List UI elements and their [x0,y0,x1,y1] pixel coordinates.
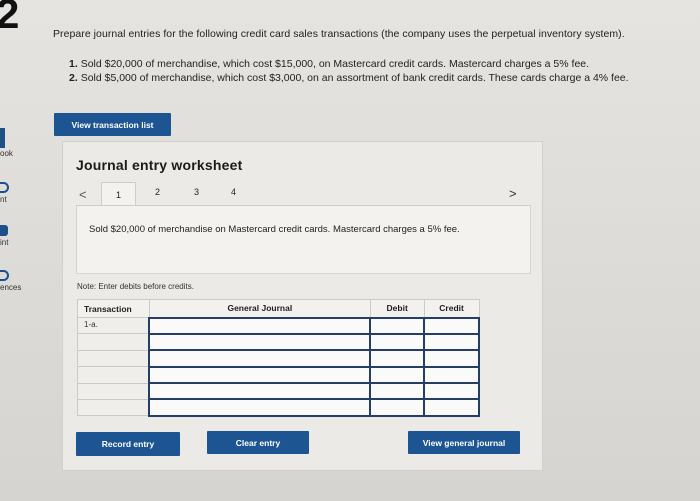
list-item: 1. Sold $20,000 of merchandise, which co… [69,57,629,71]
tab-3[interactable]: 3 [194,187,199,197]
page: 2 ook nt int ences Prepare journal entri… [0,0,700,501]
credit-input[interactable] [423,316,480,335]
column-header-credit: Credit [423,299,480,318]
transaction-description-box: Sold $20,000 of merchandise on Mastercar… [76,206,531,274]
hint-icon [0,225,8,236]
table-row: 1-a. [77,316,480,335]
sidebar-item-label: int [0,238,9,247]
credit-input[interactable] [423,349,480,368]
list-item-number: 1. [69,58,78,70]
view-transaction-list-button[interactable]: View transaction list [54,113,171,136]
note-text: Note: Enter debits before credits. [77,282,194,291]
list-item: 2. Sold $5,000 of merchandise, which cos… [69,71,629,85]
list-item-text: Sold $20,000 of merchandise, which cost … [80,58,590,70]
debit-input[interactable] [369,349,426,368]
journal-entry-worksheet: Journal entry worksheet < 1 2 3 4 > Sold… [62,141,543,471]
step-number: 2 [0,0,20,37]
column-header-debit: Debit [369,299,425,318]
list-item-number: 2. [69,72,78,84]
view-general-journal-button[interactable]: View general journal [408,431,520,454]
sidebar-active-indicator [0,128,5,148]
record-entry-button[interactable]: Record entry [76,432,180,456]
transaction-cell [77,382,150,400]
credit-input[interactable] [423,332,480,352]
debit-input[interactable] [369,316,426,335]
table-header-row: Transaction General Journal Debit Credit [77,299,480,318]
transaction-cell [77,366,150,384]
print-icon [0,182,9,193]
references-icon [0,270,9,281]
sidebar-item-print[interactable]: nt [0,182,30,204]
table-row [77,365,480,385]
debit-input[interactable] [369,382,426,401]
list-item-text: Sold $5,000 of merchandise, which cost $… [80,72,629,84]
debit-input[interactable] [369,365,426,385]
tab-1[interactable]: 1 [101,182,136,206]
transaction-cell [77,349,150,368]
account-input[interactable] [148,382,372,401]
transaction-cell [77,398,150,417]
account-input[interactable] [148,349,372,368]
sidebar-item-ebook[interactable]: ook [0,149,30,158]
debit-input[interactable] [369,332,426,352]
transaction-cell [77,333,150,351]
table-row [77,332,480,352]
sidebar-item-label: ences [0,283,22,292]
tab-4[interactable]: 4 [231,187,236,197]
account-input[interactable] [148,398,372,417]
debit-input[interactable] [369,398,426,417]
credit-input[interactable] [423,365,480,385]
sidebar-item-references[interactable]: ences [0,270,30,292]
column-header-transaction: Transaction [77,299,150,318]
column-header-general-journal: General Journal [148,299,371,318]
sidebar-item-hint[interactable]: int [0,225,30,247]
transaction-list: 1. Sold $20,000 of merchandise, which co… [69,57,629,85]
sidebar-item-label: ook [0,149,13,158]
tab-2[interactable]: 2 [155,187,160,197]
credit-input[interactable] [423,382,480,401]
chevron-left-icon[interactable]: < [79,187,87,202]
journal-table: Transaction General Journal Debit Credit… [77,299,480,417]
sidebar-item-label: nt [0,195,7,204]
clear-entry-button[interactable]: Clear entry [207,431,309,454]
credit-input[interactable] [423,398,480,417]
transaction-description: Sold $20,000 of merchandise on Mastercar… [89,224,460,235]
account-input[interactable] [148,332,372,352]
account-input[interactable] [148,316,372,335]
table-row [77,349,480,368]
instructions-text: Prepare journal entries for the followin… [53,28,625,40]
transaction-cell: 1-a. [77,316,150,335]
chevron-right-icon[interactable]: > [509,186,517,201]
table-row [77,398,480,417]
account-input[interactable] [148,365,372,385]
table-row [77,382,480,401]
worksheet-title: Journal entry worksheet [76,157,243,173]
